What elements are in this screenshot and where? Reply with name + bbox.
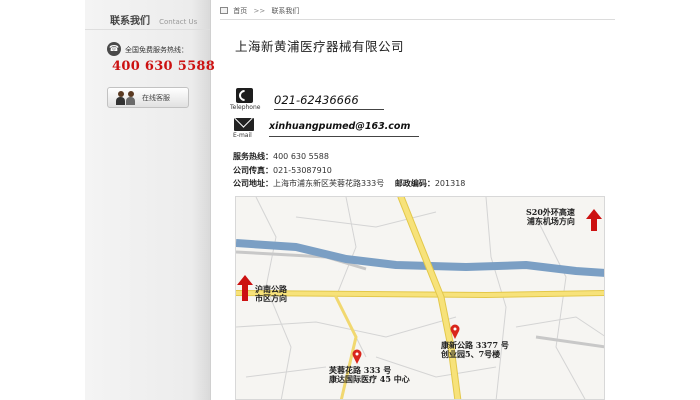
telephone-icon: Telephone: [230, 87, 261, 112]
breadcrumb-home-link[interactable]: 首页: [233, 7, 247, 15]
company-name: 上海新黄浦医疗器械有限公司: [235, 39, 405, 54]
contact-info: 服务热线：400 630 5588 公司传真：021-53087910 公司地址…: [233, 150, 465, 191]
map-label-location-1: 康新公路 3377 号 创业园5、7号楼: [441, 341, 509, 359]
fax-row: 公司传真：021-53087910: [233, 164, 465, 178]
breadcrumb-current: 联系我们: [271, 7, 300, 15]
email-underline: [269, 136, 419, 137]
sidebar: 联系我们 Contact Us ☎ 全国免费服务热线： 400 630 5588…: [85, 0, 215, 400]
sidebar-header: 联系我们 Contact Us: [85, 0, 210, 30]
fax-value: 021-53087910: [273, 165, 332, 175]
telephone-number: 021-62436666: [274, 93, 384, 110]
customer-service-icon: [116, 91, 138, 105]
email-caption: E-mail: [233, 132, 252, 139]
email-address[interactable]: xinhuangpumed@163.com: [269, 121, 410, 132]
online-service-button[interactable]: 在线客服: [107, 87, 189, 108]
online-service-label: 在线客服: [142, 94, 170, 102]
map-label-location-2: 芙蓉花路 333 号 康达国际医疗 45 中心: [329, 366, 410, 384]
phone-icon: ☎: [107, 42, 121, 56]
map-pin-icon-2: [352, 349, 362, 364]
service-hotline-row: 服务热线：400 630 5588: [233, 150, 465, 164]
telephone-caption: Telephone: [230, 104, 261, 111]
postcode-label: 邮政编码：: [394, 179, 435, 188]
sidebar-title-en: Contact Us: [159, 18, 198, 26]
home-icon: [220, 7, 228, 14]
map-annotation-west: 沪南公路 市区方向: [255, 285, 287, 303]
address-row: 公司地址：上海市浦东新区芙蓉花路333号 邮政编码：201318: [233, 177, 465, 191]
hotline-label: 全国免费服务热线：: [125, 46, 188, 54]
email-icon: E-mail: [232, 118, 258, 140]
breadcrumb: 首页 >> 联系我们: [220, 6, 615, 20]
service-hotline-value: 400 630 5588: [273, 152, 329, 161]
hotline-number: 400 630 5588: [112, 59, 216, 74]
map-annotation-west-line2: 市区方向: [255, 293, 287, 303]
map-annotation-east: S20外环高速 浦东机场方向: [526, 208, 575, 226]
service-hotline-label: 服务热线：: [233, 152, 273, 161]
map-label-location-2-line2: 康达国际医疗 45 中心: [329, 374, 410, 384]
map-label-location-1-line2: 创业园5、7号楼: [441, 349, 501, 359]
main-content: 首页 >> 联系我们 上海新黄浦医疗器械有限公司 Telephone 021-6…: [211, 0, 616, 400]
address-value: 上海市浦东新区芙蓉花路333号: [273, 179, 385, 188]
location-map[interactable]: S20外环高速 浦东机场方向 沪南公路 市区方向 康新公路 3377 号 创业园…: [235, 196, 605, 400]
postcode-value: 201318: [434, 179, 466, 188]
map-graphic: [236, 197, 604, 399]
address-label: 公司地址：: [233, 179, 273, 188]
arrow-up-icon-east: [586, 209, 602, 231]
arrow-up-icon-west: [237, 275, 253, 301]
map-annotation-east-line2: 浦东机场方向: [526, 216, 575, 226]
fax-label: 公司传真：: [233, 165, 273, 175]
breadcrumb-separator: >>: [253, 7, 266, 15]
sidebar-title: 联系我们: [110, 16, 150, 27]
